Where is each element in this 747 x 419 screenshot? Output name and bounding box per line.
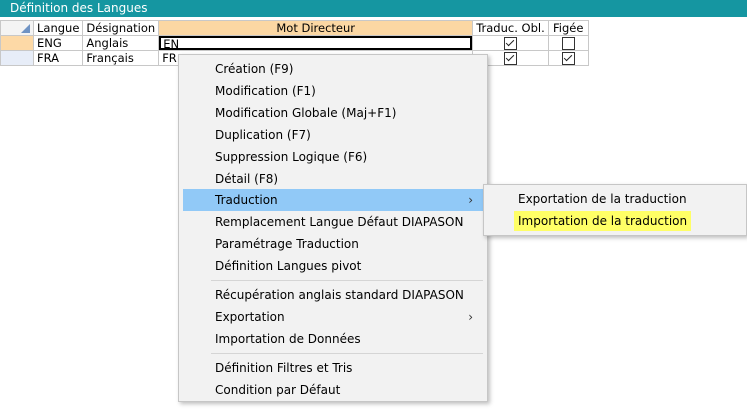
col-header-figee[interactable]: Figée — [547, 20, 589, 36]
cell-designation[interactable]: Anglais — [82, 35, 160, 51]
menu-item-recuperation-anglais[interactable]: Récupération anglais standard DIAPASON — [183, 284, 483, 306]
traduc-obl-checkbox[interactable] — [503, 52, 517, 65]
menu-item-traduction-label: Traduction — [215, 193, 278, 207]
menu-item-definition-langues-pivot[interactable]: Définition Langues pivot — [183, 255, 483, 277]
grid-header-row: Langue Désignation Mot Directeur Traduc.… — [0, 20, 589, 36]
col-header-langue[interactable]: Langue — [32, 20, 84, 36]
menu-item-parametrage-traduction[interactable]: Paramétrage Traduction — [183, 233, 483, 255]
menu-item-exportation[interactable]: Exportation › — [183, 306, 483, 328]
submenu-arrow-icon: › — [468, 310, 473, 324]
submenu-arrow-icon: › — [468, 193, 473, 207]
menu-item-modification[interactable]: Modification (F1) — [183, 80, 483, 102]
menu-item-remplacement-langue[interactable]: Remplacement Langue Défaut DIAPASON — [183, 211, 483, 233]
menu-separator — [211, 353, 483, 354]
menu-item-suppression-logique[interactable]: Suppression Logique (F6) — [183, 146, 483, 168]
col-header-mot-directeur[interactable]: Mot Directeur — [158, 20, 474, 36]
figee-checkbox[interactable] — [561, 52, 575, 65]
window-title: Définition des Langues — [0, 0, 747, 17]
menu-item-filtres-tris[interactable]: Définition Filtres et Tris — [183, 357, 483, 379]
menu-separator — [211, 280, 483, 281]
select-all-icon — [21, 24, 30, 33]
menu-item-exportation-label: Exportation — [215, 310, 285, 324]
menu-item-traduction[interactable]: Traduction › — [183, 189, 483, 211]
mot-directeur-edit-input[interactable]: EN — [159, 36, 473, 50]
menu-item-duplication[interactable]: Duplication (F7) — [183, 124, 483, 146]
select-all-corner[interactable] — [0, 20, 34, 36]
cell-designation[interactable]: Français — [82, 50, 160, 66]
cell-figee[interactable] — [547, 50, 589, 66]
col-header-traduc-obl[interactable]: Traduc. Obl. — [472, 20, 549, 36]
submenu-item-exportation-traduction[interactable]: Exportation de la traduction — [514, 189, 691, 209]
traduction-submenu: Exportation de la traduction Importation… — [483, 184, 747, 236]
figee-checkbox[interactable] — [561, 37, 575, 50]
context-menu: Création (F9) Modification (F1) Modifica… — [178, 54, 488, 402]
menu-item-detail[interactable]: Détail (F8) — [183, 168, 483, 190]
cell-figee[interactable] — [547, 35, 589, 51]
table-row[interactable]: ENG Anglais EN — [0, 35, 589, 51]
menu-item-importation-donnees[interactable]: Importation de Données — [183, 328, 483, 350]
menu-item-creation[interactable]: Création (F9) — [183, 58, 483, 80]
row-selector[interactable] — [0, 35, 34, 51]
submenu-item-importation-traduction[interactable]: Importation de la traduction — [514, 211, 692, 231]
cell-traduc-obl[interactable] — [472, 35, 549, 51]
menu-item-modification-globale[interactable]: Modification Globale (Maj+F1) — [183, 102, 483, 124]
cell-langue[interactable]: ENG — [32, 35, 84, 51]
cell-mot-directeur[interactable]: EN — [158, 35, 474, 51]
menu-item-condition-defaut[interactable]: Condition par Défaut — [183, 379, 483, 401]
row-selector[interactable] — [0, 50, 34, 66]
traduc-obl-checkbox[interactable] — [503, 37, 517, 50]
col-header-designation[interactable]: Désignation — [82, 20, 160, 36]
cell-langue[interactable]: FRA — [32, 50, 84, 66]
